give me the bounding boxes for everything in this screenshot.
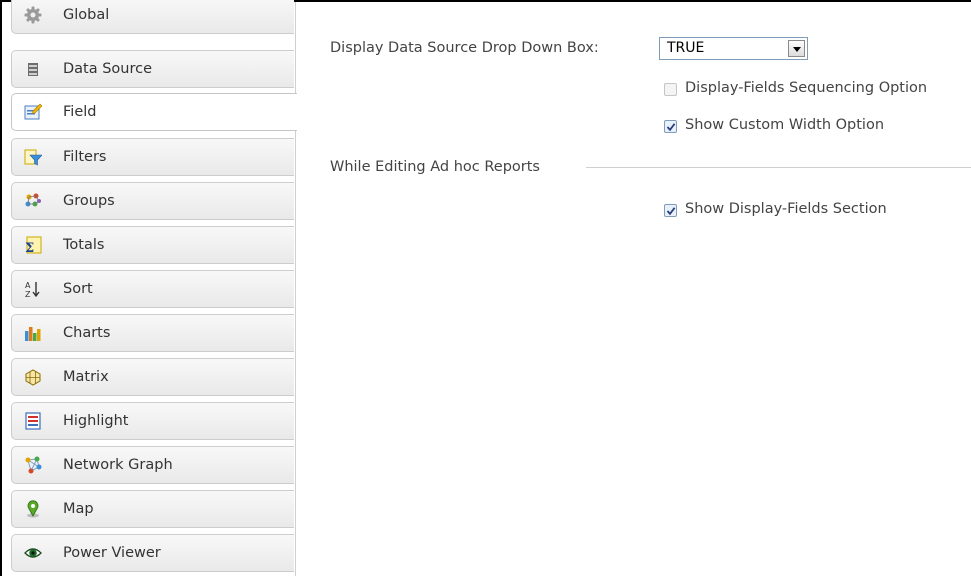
matrix-icon xyxy=(25,369,41,386)
sidebar-item-label: Network Graph xyxy=(63,457,173,473)
adhoc-section-divider xyxy=(586,167,971,168)
groups-icon xyxy=(25,193,41,207)
gear-icon xyxy=(24,6,42,24)
sigma-icon: Σ xyxy=(25,236,42,254)
sidebar-item-groups[interactable]: Groups xyxy=(11,182,294,220)
adhoc-section-title: While Editing Ad hoc Reports xyxy=(330,159,540,175)
chevron-down-icon[interactable] xyxy=(788,40,805,57)
sort-az-icon: A Z xyxy=(25,281,40,298)
sidebar-item-data-source[interactable]: Data Source xyxy=(11,50,294,88)
map-pin-icon xyxy=(27,500,39,518)
show-custom-width-label: Show Custom Width Option xyxy=(685,117,885,133)
svg-text:Σ: Σ xyxy=(25,241,34,254)
sidebar-item-network-graph[interactable]: Network Graph xyxy=(11,446,294,484)
window-frame-left xyxy=(0,0,2,576)
datasource-dropdown[interactable]: TRUE xyxy=(659,37,808,60)
sidebar-item-label: Data Source xyxy=(63,61,153,77)
display-fields-sequencing-label: Display-Fields Sequencing Option xyxy=(685,80,928,96)
sidebar-item-label: Filters xyxy=(63,149,107,165)
sidebar-item-label: Field xyxy=(63,104,97,120)
sidebar-item-field[interactable]: Field xyxy=(11,93,297,131)
show-display-fields-section-checkbox[interactable] xyxy=(664,204,677,217)
sidebar-item-label: Sort xyxy=(63,281,93,297)
eye-icon xyxy=(24,548,42,558)
settings-sidebar: Global Data Source Field Filters Groups … xyxy=(11,0,297,576)
sidebar-item-charts[interactable]: Charts xyxy=(11,314,294,352)
field-edit-icon xyxy=(24,103,42,120)
sidebar-item-matrix[interactable]: Matrix xyxy=(11,358,294,396)
show-display-fields-section-label: Show Display-Fields Section xyxy=(685,201,887,217)
sidebar-item-label: Global xyxy=(63,7,110,23)
sidebar-item-label: Charts xyxy=(63,325,111,341)
highlight-icon xyxy=(25,412,41,430)
checkmark-icon xyxy=(666,123,676,132)
svg-text:A: A xyxy=(25,281,31,290)
sidebar-item-map[interactable]: Map xyxy=(11,490,294,528)
svg-text:Z: Z xyxy=(25,290,31,298)
sidebar-item-totals[interactable]: Σ Totals xyxy=(11,226,294,264)
sidebar-item-label: Totals xyxy=(63,237,105,253)
sidebar-item-highlight[interactable]: Highlight xyxy=(11,402,294,440)
network-graph-icon xyxy=(25,456,42,474)
display-fields-sequencing-checkbox[interactable] xyxy=(664,83,677,96)
database-icon xyxy=(28,63,38,76)
sidebar-item-filters[interactable]: Filters xyxy=(11,138,294,176)
show-custom-width-checkbox[interactable] xyxy=(664,120,677,133)
sidebar-item-sort[interactable]: A Z Sort xyxy=(11,270,294,308)
sidebar-item-label: Matrix xyxy=(63,369,109,385)
bar-chart-icon xyxy=(25,327,41,341)
sidebar-item-label: Highlight xyxy=(63,413,129,429)
datasource-dropdown-label: Display Data Source Drop Down Box: xyxy=(330,40,599,56)
sidebar-item-global[interactable]: Global xyxy=(11,0,294,34)
sidebar-item-label: Power Viewer xyxy=(63,545,161,561)
sidebar-item-label: Map xyxy=(63,501,94,517)
checkmark-icon xyxy=(666,207,676,216)
field-settings-panel: Display Data Source Drop Down Box: TRUE … xyxy=(296,2,971,576)
sidebar-item-power-viewer[interactable]: Power Viewer xyxy=(11,534,294,572)
filter-icon xyxy=(24,149,42,166)
sidebar-item-label: Groups xyxy=(63,193,115,209)
datasource-dropdown-value: TRUE xyxy=(667,40,705,56)
